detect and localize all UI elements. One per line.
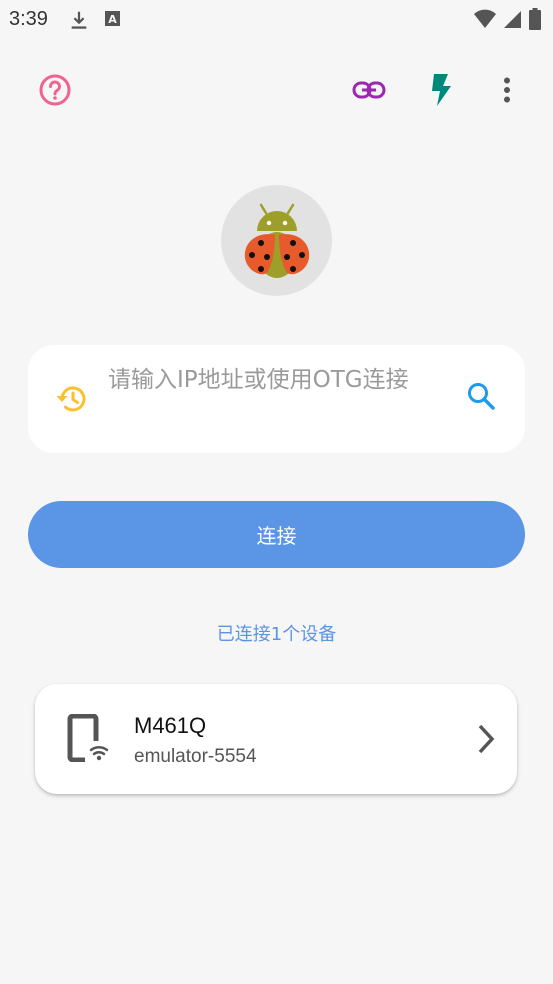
connected-devices-count: 已连接1个设备 [216, 624, 337, 645]
ladybug-android-icon [244, 203, 309, 278]
battery-icon [529, 8, 541, 35]
link-button[interactable] [347, 70, 391, 114]
help-button[interactable] [33, 70, 77, 114]
device-name: M461Q [134, 713, 207, 738]
status-time: 3:39 [9, 8, 48, 30]
chevron-right-icon [475, 723, 497, 760]
device-serial: emulator-5554 [134, 746, 257, 767]
text-a-icon: A [104, 9, 122, 34]
device-list-item[interactable]: M461Q emulator-5554 [35, 684, 517, 794]
svg-text:A: A [108, 13, 117, 26]
download-icon [68, 9, 90, 36]
app-logo [221, 185, 332, 296]
ip-address-input[interactable]: 请输入IP地址或使用OTG连接 [108, 361, 448, 399]
help-circle-icon [38, 73, 72, 112]
search-button[interactable] [466, 381, 496, 416]
status-bar: 3:39 A [0, 0, 553, 40]
connect-button[interactable]: 连接 [28, 501, 525, 568]
flash-icon [429, 73, 453, 112]
link-icon [352, 80, 386, 105]
signal-icon [502, 9, 522, 34]
flash-button[interactable] [419, 70, 463, 114]
phone-wifi-icon [67, 713, 109, 767]
wifi-icon [473, 9, 497, 34]
history-icon[interactable] [54, 383, 88, 420]
search-icon [468, 383, 495, 410]
more-options-button[interactable] [485, 70, 529, 114]
search-card: 请输入IP地址或使用OTG连接 [28, 345, 525, 453]
more-vert-icon [503, 77, 511, 108]
